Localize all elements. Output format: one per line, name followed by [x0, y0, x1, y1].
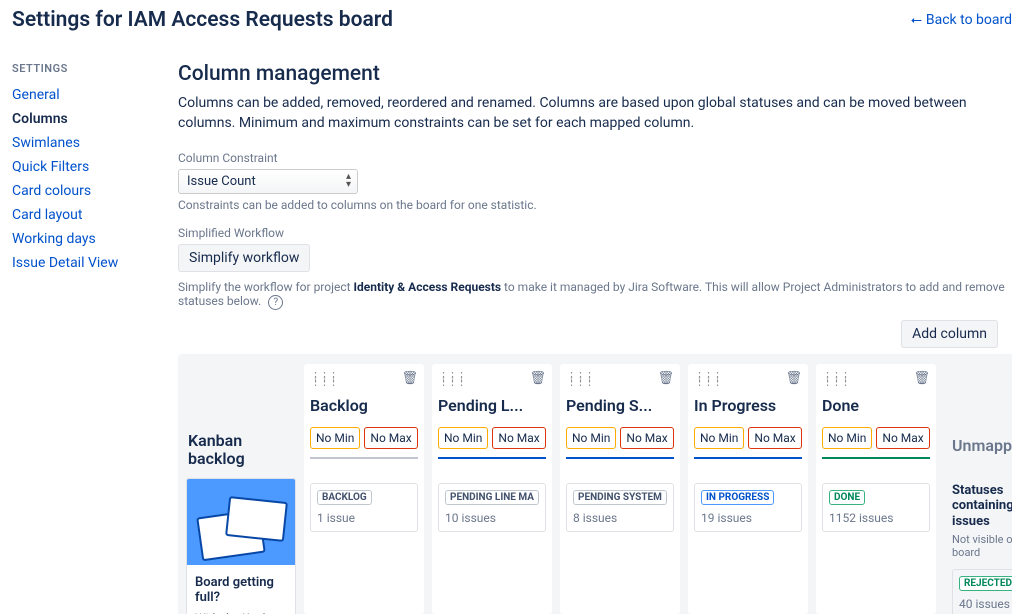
- status-card[interactable]: BACKLOG 1 issue: [310, 483, 418, 532]
- column-name[interactable]: In Progress: [694, 396, 802, 415]
- simplify-help-text: Simplify the workflow for project Identi…: [178, 280, 1012, 309]
- trash-icon[interactable]: 🗑: [913, 371, 930, 386]
- max-limit[interactable]: No Max: [748, 427, 801, 449]
- constraint-helper: Constraints can be added to columns on t…: [178, 198, 1012, 212]
- back-label: Back to board: [926, 12, 1012, 28]
- column-name[interactable]: Pending L...: [438, 396, 546, 415]
- help-icon[interactable]: ?: [268, 295, 283, 310]
- backlog-card-text: With the Kanban backlog, you can: [195, 611, 287, 613]
- add-column-button[interactable]: Add column: [901, 320, 998, 348]
- drag-handle-icon[interactable]: ⋮⋮⋮⋮⋮⋮: [310, 374, 337, 384]
- min-limit[interactable]: No Min: [694, 427, 744, 449]
- max-limit[interactable]: No Max: [876, 427, 929, 449]
- status-card[interactable]: IN PROGRESS 19 issues: [694, 483, 802, 532]
- sidebar-heading: SETTINGS: [12, 62, 156, 75]
- constraint-label: Column Constraint: [178, 151, 1012, 165]
- drag-handle-icon[interactable]: ⋮⋮⋮⋮⋮⋮: [694, 374, 721, 384]
- sidebar-item-general[interactable]: General: [12, 83, 156, 107]
- column-constraint-select[interactable]: Issue Count ▴▾: [178, 169, 358, 194]
- column-name[interactable]: Pending S...: [566, 396, 674, 415]
- drag-handle-icon[interactable]: ⋮⋮⋮⋮⋮⋮: [566, 374, 593, 384]
- status-card[interactable]: DONE 1152 issues: [822, 483, 930, 532]
- kanban-backlog-panel: Kanban backlog Board getting full? With …: [178, 364, 296, 614]
- issue-count: 1 issue: [317, 511, 411, 525]
- column-name[interactable]: Backlog: [310, 396, 418, 415]
- backlog-illustration: [187, 479, 295, 565]
- max-limit[interactable]: No Max: [364, 427, 417, 449]
- issue-count: 40 issues: [959, 597, 1012, 611]
- backlog-card-title: Board getting full?: [195, 575, 287, 605]
- status-lozenge: REJECTED: [959, 576, 1012, 591]
- column-color-bar: [822, 457, 930, 459]
- column-color-bar: [694, 457, 802, 459]
- max-limit[interactable]: No Max: [620, 427, 673, 449]
- board-column: ⋮⋮⋮⋮⋮⋮ 🗑 Pending S... No MinNo Max PENDING S…: [560, 364, 680, 614]
- section-title: Column management: [178, 62, 1012, 86]
- unmapped-subtitle: Statuses containing issues: [952, 483, 1012, 530]
- max-limit[interactable]: No Max: [492, 427, 545, 449]
- status-lozenge: PENDING SYSTEM: [573, 490, 667, 505]
- issue-count: 8 issues: [573, 511, 667, 525]
- column-color-bar: [566, 457, 674, 459]
- status-card[interactable]: PENDING LINE MA 10 issues: [438, 483, 546, 532]
- sidebar-item-swimlanes[interactable]: Swimlanes: [12, 131, 156, 155]
- columns-board: Kanban backlog Board getting full? With …: [178, 354, 1012, 614]
- sidebar-item-card-layout[interactable]: Card layout: [12, 203, 156, 227]
- column-color-bar: [438, 457, 546, 459]
- status-lozenge: IN PROGRESS: [701, 490, 774, 505]
- sidebar-item-columns[interactable]: Columns: [12, 107, 156, 131]
- min-limit[interactable]: No Min: [310, 427, 360, 449]
- board-column: ⋮⋮⋮⋮⋮⋮ 🗑 Pending L... No MinNo Max PENDING L…: [432, 364, 552, 614]
- board-column: ⋮⋮⋮⋮⋮⋮ 🗑 Backlog No MinNo Max BACKLOG 1 issue: [304, 364, 424, 614]
- trash-icon[interactable]: 🗑: [401, 371, 418, 386]
- column-name[interactable]: Done: [822, 396, 930, 415]
- min-limit[interactable]: No Min: [566, 427, 616, 449]
- status-lozenge: PENDING LINE MA: [445, 490, 539, 505]
- backlog-promo-card: Board getting full? With the Kanban back…: [186, 478, 296, 613]
- min-limit[interactable]: No Min: [438, 427, 488, 449]
- settings-sidebar: SETTINGS GeneralColumnsSwimlanesQuick Fi…: [0, 38, 168, 614]
- simplify-workflow-button[interactable]: Simplify workflow: [178, 244, 310, 272]
- trash-icon[interactable]: 🗑: [657, 371, 674, 386]
- section-description: Columns can be added, removed, reordered…: [178, 94, 1012, 133]
- unmapped-statuses-panel: Unmappe... ? Statuses containing issues …: [944, 364, 1012, 614]
- constraint-value: Issue Count: [187, 174, 256, 189]
- select-arrows-icon: ▴▾: [346, 173, 351, 189]
- status-lozenge: DONE: [829, 490, 865, 505]
- unmapped-description: Not visible on the board: [952, 533, 1012, 559]
- issue-count: 10 issues: [445, 511, 539, 525]
- board-column: ⋮⋮⋮⋮⋮⋮ 🗑 In Progress No MinNo Max IN PROGRES…: [688, 364, 808, 614]
- status-lozenge: BACKLOG: [317, 490, 372, 505]
- min-limit[interactable]: No Min: [822, 427, 872, 449]
- arrow-left-icon: ⭠: [911, 12, 922, 28]
- board-column: ⋮⋮⋮⋮⋮⋮ 🗑 Done No MinNo Max DONE 1152 issues: [816, 364, 936, 614]
- trash-icon[interactable]: 🗑: [529, 371, 546, 386]
- status-card[interactable]: PENDING SYSTEM 8 issues: [566, 483, 674, 532]
- sidebar-item-issue-detail-view[interactable]: Issue Detail View: [12, 251, 156, 275]
- issue-count: 1152 issues: [829, 511, 923, 525]
- sidebar-item-card-colours[interactable]: Card colours: [12, 179, 156, 203]
- column-color-bar: [310, 457, 418, 459]
- sidebar-item-working-days[interactable]: Working days: [12, 227, 156, 251]
- drag-handle-icon[interactable]: ⋮⋮⋮⋮⋮⋮: [438, 374, 465, 384]
- main-content: Column management Columns can be added, …: [168, 38, 1024, 614]
- trash-icon[interactable]: 🗑: [785, 371, 802, 386]
- unmapped-status-card[interactable]: REJECTED 40 issues: [952, 569, 1012, 613]
- sidebar-item-quick-filters[interactable]: Quick Filters: [12, 155, 156, 179]
- back-to-board-link[interactable]: ⭠ Back to board: [911, 12, 1012, 28]
- issue-count: 19 issues: [701, 511, 795, 525]
- unmapped-title: Unmappe...: [952, 436, 1012, 455]
- simplified-workflow-label: Simplified Workflow: [178, 226, 1012, 240]
- kanban-backlog-title: Kanban backlog: [188, 432, 296, 469]
- page-title: Settings for IAM Access Requests board: [12, 8, 393, 32]
- drag-handle-icon[interactable]: ⋮⋮⋮⋮⋮⋮: [822, 374, 849, 384]
